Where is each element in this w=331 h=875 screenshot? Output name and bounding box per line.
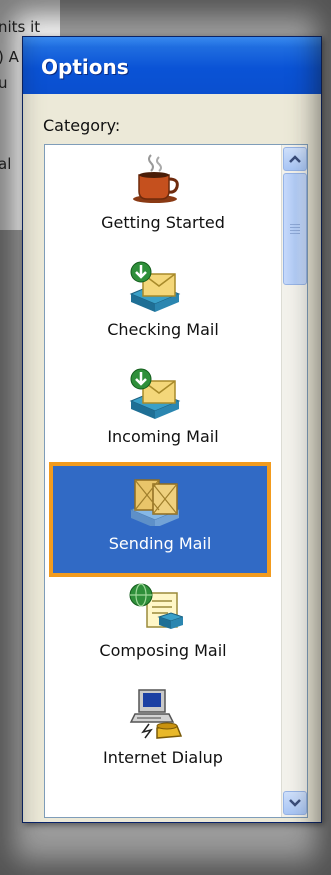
- mail-incoming-icon: [129, 368, 181, 419]
- category-item-checking-mail[interactable]: Checking Mail: [45, 252, 281, 359]
- category-item-label: Internet Dialup: [103, 748, 223, 767]
- category-item-label: Incoming Mail: [107, 427, 219, 446]
- category-item-label: Checking Mail: [107, 320, 219, 339]
- category-item-sending-mail[interactable]: Sending Mail: [49, 462, 271, 577]
- mail-check-icon: [129, 261, 181, 312]
- category-list[interactable]: Getting Started Checking Mail Incoming M…: [44, 144, 308, 818]
- category-label: Category:: [43, 116, 121, 135]
- mail-sending-icon: [129, 479, 181, 526]
- window-title: Options: [41, 55, 129, 79]
- options-window: Options Category: Getting Started Checki…: [22, 36, 322, 823]
- category-item-internet-dialup[interactable]: Internet Dialup: [45, 680, 281, 787]
- scroll-down-button[interactable]: [283, 791, 307, 815]
- category-items: Getting Started Checking Mail Incoming M…: [45, 145, 281, 787]
- chevron-up-icon: [289, 155, 301, 163]
- background-text-line: al: [0, 155, 12, 173]
- options-body: Category: Getting Started Checking Mail …: [27, 94, 317, 818]
- category-item-composing-mail[interactable]: Composing Mail: [45, 573, 281, 680]
- background-text-line: u: [0, 74, 8, 92]
- scroll-up-button[interactable]: [283, 147, 307, 171]
- scroll-thumb[interactable]: [283, 173, 307, 285]
- background-text-line: nits it: [0, 18, 41, 36]
- category-item-incoming-mail[interactable]: Incoming Mail: [45, 359, 281, 466]
- compose-mail-icon: [129, 583, 183, 629]
- category-item-getting-started[interactable]: Getting Started: [45, 145, 281, 252]
- coffee-cup-icon: [133, 154, 179, 203]
- category-scrollbar[interactable]: [281, 145, 307, 817]
- category-item-label: Composing Mail: [99, 641, 227, 660]
- computer-phone-icon: [129, 689, 183, 739]
- category-item-label: Getting Started: [101, 213, 225, 232]
- background-text-line: ) A: [0, 48, 19, 66]
- category-item-label: Sending Mail: [108, 534, 212, 553]
- chevron-down-icon: [289, 799, 301, 807]
- title-bar[interactable]: Options: [23, 37, 321, 94]
